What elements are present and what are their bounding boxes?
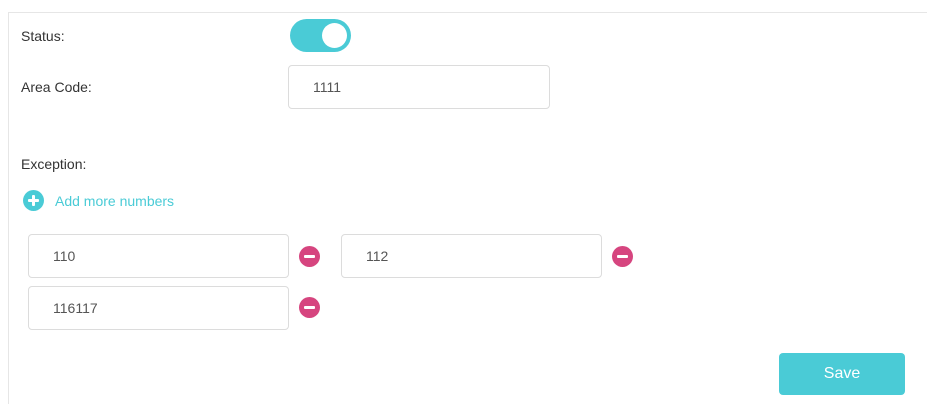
status-label: Status: (21, 28, 65, 44)
exception-number-input[interactable] (28, 286, 289, 330)
area-code-input[interactable] (288, 65, 550, 109)
status-toggle[interactable] (290, 19, 351, 52)
remove-number-button[interactable] (299, 297, 320, 318)
add-more-numbers-label: Add more numbers (55, 192, 175, 209)
remove-number-button[interactable] (299, 246, 320, 267)
area-code-label: Area Code: (21, 79, 92, 95)
exception-number-input[interactable] (341, 234, 602, 278)
exception-number-input[interactable] (28, 234, 289, 278)
save-button[interactable]: Save (779, 353, 905, 395)
add-more-numbers-button[interactable]: Add more numbers (23, 190, 174, 211)
exception-label: Exception: (21, 156, 87, 172)
plus-circle-icon (23, 190, 44, 211)
toggle-knob (322, 23, 347, 48)
remove-number-button[interactable] (612, 246, 633, 267)
